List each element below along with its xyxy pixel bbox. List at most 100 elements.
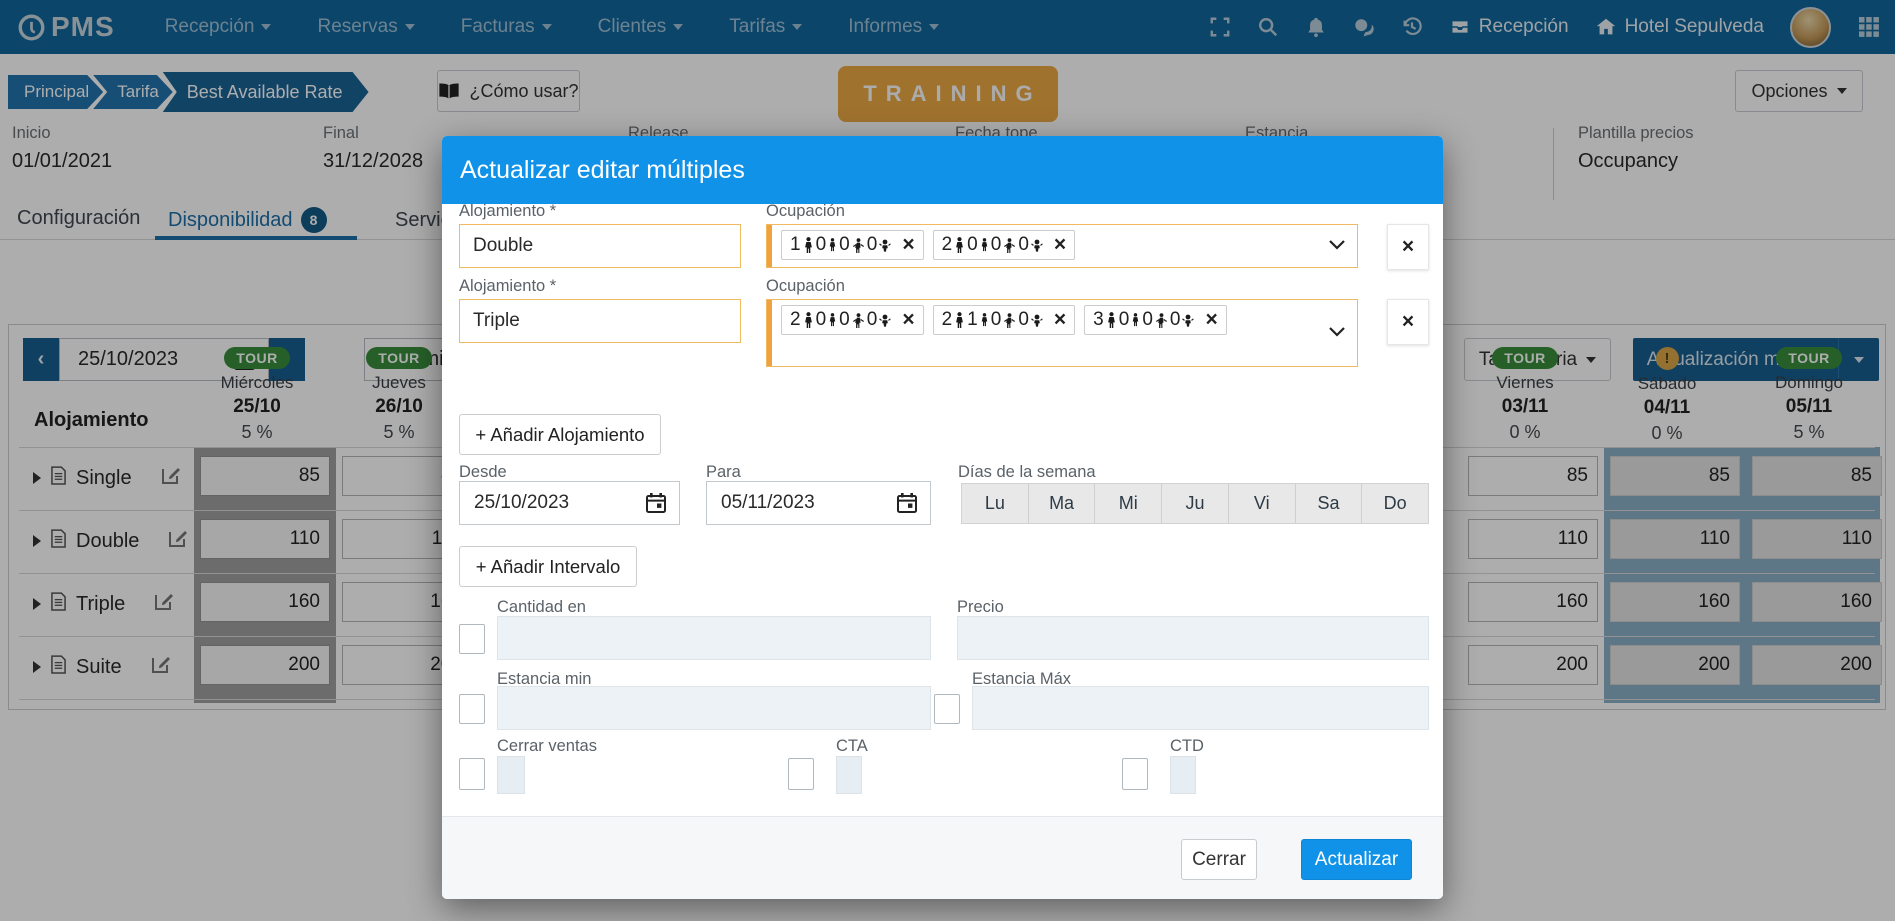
baby-icon (1029, 239, 1045, 252)
quantity-input[interactable] (497, 616, 931, 660)
to-date-value: 05/11/2023 (721, 492, 815, 514)
occupancy-label: Ocupación (766, 202, 845, 221)
close-sales-value-box[interactable] (497, 756, 525, 794)
accommodation-label: Alojamiento * (459, 277, 556, 296)
occupancy-count: 0 (1142, 309, 1153, 331)
occupancy-count: 0 (839, 234, 850, 256)
modal-title: Actualizar editar múltiples (460, 156, 745, 185)
child-icon (1001, 313, 1018, 328)
remove-occupancy-icon[interactable]: × (902, 308, 914, 332)
min-stay-input[interactable] (497, 686, 931, 730)
cta-label: CTA (836, 737, 868, 756)
occupancy-select[interactable]: 1000×2000× (766, 224, 1358, 268)
weekday-lu[interactable]: Lu (962, 484, 1029, 523)
remove-accommodation-button[interactable]: × (1387, 224, 1429, 270)
chevron-down-icon[interactable] (1329, 237, 1345, 255)
child-icon (1001, 238, 1018, 253)
update-button[interactable]: Actualizar (1301, 839, 1412, 880)
occupancy-chip-list: 1000×2000× (781, 230, 1075, 260)
quantity-label: Cantidad en (497, 598, 586, 617)
baby-icon (1029, 314, 1045, 327)
junior-icon (978, 313, 991, 327)
remove-occupancy-icon[interactable]: × (1054, 233, 1066, 257)
junior-icon (1129, 313, 1142, 327)
occupancy-count: 1 (790, 234, 801, 256)
occupancy-count: 2 (790, 309, 801, 331)
accommodation-name-input[interactable]: Double (459, 224, 741, 268)
bulk-edit-modal: Actualizar editar múltiples Alojamiento … (442, 136, 1443, 899)
accommodation-label: Alojamiento * (459, 202, 556, 221)
child-icon (850, 238, 867, 253)
occupancy-count: 0 (1018, 234, 1029, 256)
occupancy-count: 0 (867, 234, 878, 256)
baby-icon (877, 314, 893, 327)
close-sales-label: Cerrar ventas (497, 737, 597, 756)
price-input[interactable] (957, 616, 1429, 660)
calendar-icon (896, 492, 918, 514)
close-button-label: Cerrar (1192, 849, 1246, 871)
occupancy-chip[interactable]: 2000× (781, 305, 924, 335)
remove-occupancy-icon[interactable]: × (1054, 308, 1066, 332)
adult-icon (1104, 312, 1119, 329)
remove-occupancy-icon[interactable]: × (1205, 308, 1217, 332)
max-stay-input[interactable] (972, 686, 1429, 730)
occupancy-count: 2 (942, 309, 953, 331)
max-stay-checkbox[interactable] (934, 694, 960, 724)
modal-footer: Cerrar Actualizar (442, 816, 1443, 899)
adult-icon (952, 312, 967, 329)
weekday-sa[interactable]: Sa (1296, 484, 1363, 523)
occupancy-count: 3 (1093, 309, 1104, 331)
close-sales-checkbox[interactable] (459, 758, 485, 790)
occupancy-chip[interactable]: 2000× (933, 230, 1076, 260)
junior-icon (826, 238, 839, 252)
to-label: Para (706, 463, 741, 482)
weekday-ma[interactable]: Ma (1029, 484, 1096, 523)
child-icon (850, 313, 867, 328)
modal-header: Actualizar editar múltiples (442, 136, 1443, 204)
min-stay-checkbox[interactable] (459, 694, 485, 724)
chevron-down-icon[interactable] (1329, 324, 1345, 342)
cta-checkbox[interactable] (788, 758, 814, 790)
update-button-label: Actualizar (1315, 849, 1398, 871)
weekday-do[interactable]: Do (1362, 484, 1428, 523)
child-icon (1153, 313, 1170, 328)
adult-icon (801, 312, 816, 329)
add-interval-button[interactable]: + Añadir Intervalo (459, 546, 637, 587)
from-date-field[interactable]: 25/10/2023 (459, 481, 680, 525)
add-accommodation-button[interactable]: + Añadir Alojamiento (459, 414, 661, 455)
occupancy-chip[interactable]: 2100× (933, 305, 1076, 335)
junior-icon (826, 313, 839, 327)
occupancy-count: 0 (1018, 309, 1029, 331)
calendar-icon (645, 492, 667, 514)
accommodation-name-input[interactable]: Triple (459, 299, 741, 343)
cta-value-box[interactable] (836, 756, 862, 794)
occupancy-count: 0 (816, 309, 827, 331)
quantity-checkbox[interactable] (459, 624, 485, 654)
ctd-label: CTD (1170, 737, 1204, 756)
occupancy-chip[interactable]: 3000× (1084, 305, 1227, 335)
close-button[interactable]: Cerrar (1181, 839, 1257, 880)
occupancy-select[interactable]: 2000×2100×3000× (766, 299, 1358, 367)
occupancy-count: 0 (1170, 309, 1181, 331)
baby-icon (1180, 314, 1196, 327)
occupancy-count: 2 (942, 234, 953, 256)
weekday-selector: LuMaMiJuViSaDo (961, 483, 1429, 524)
occupancy-chip[interactable]: 1000× (781, 230, 924, 260)
ctd-value-box[interactable] (1170, 756, 1196, 794)
from-label: Desde (459, 463, 507, 482)
add-interval-label: + Añadir Intervalo (476, 556, 621, 578)
adult-icon (952, 237, 967, 254)
ctd-checkbox[interactable] (1122, 758, 1148, 790)
occupancy-count: 0 (991, 309, 1002, 331)
occupancy-count: 0 (991, 234, 1002, 256)
baby-icon (877, 239, 893, 252)
occupancy-count: 1 (967, 309, 978, 331)
weekday-ju[interactable]: Ju (1162, 484, 1229, 523)
occupancy-label: Ocupación (766, 277, 845, 296)
occupancy-count: 0 (967, 234, 978, 256)
to-date-field[interactable]: 05/11/2023 (706, 481, 931, 525)
remove-occupancy-icon[interactable]: × (902, 233, 914, 257)
weekday-mi[interactable]: Mi (1095, 484, 1162, 523)
weekday-vi[interactable]: Vi (1229, 484, 1296, 523)
remove-accommodation-button[interactable]: × (1387, 299, 1429, 345)
